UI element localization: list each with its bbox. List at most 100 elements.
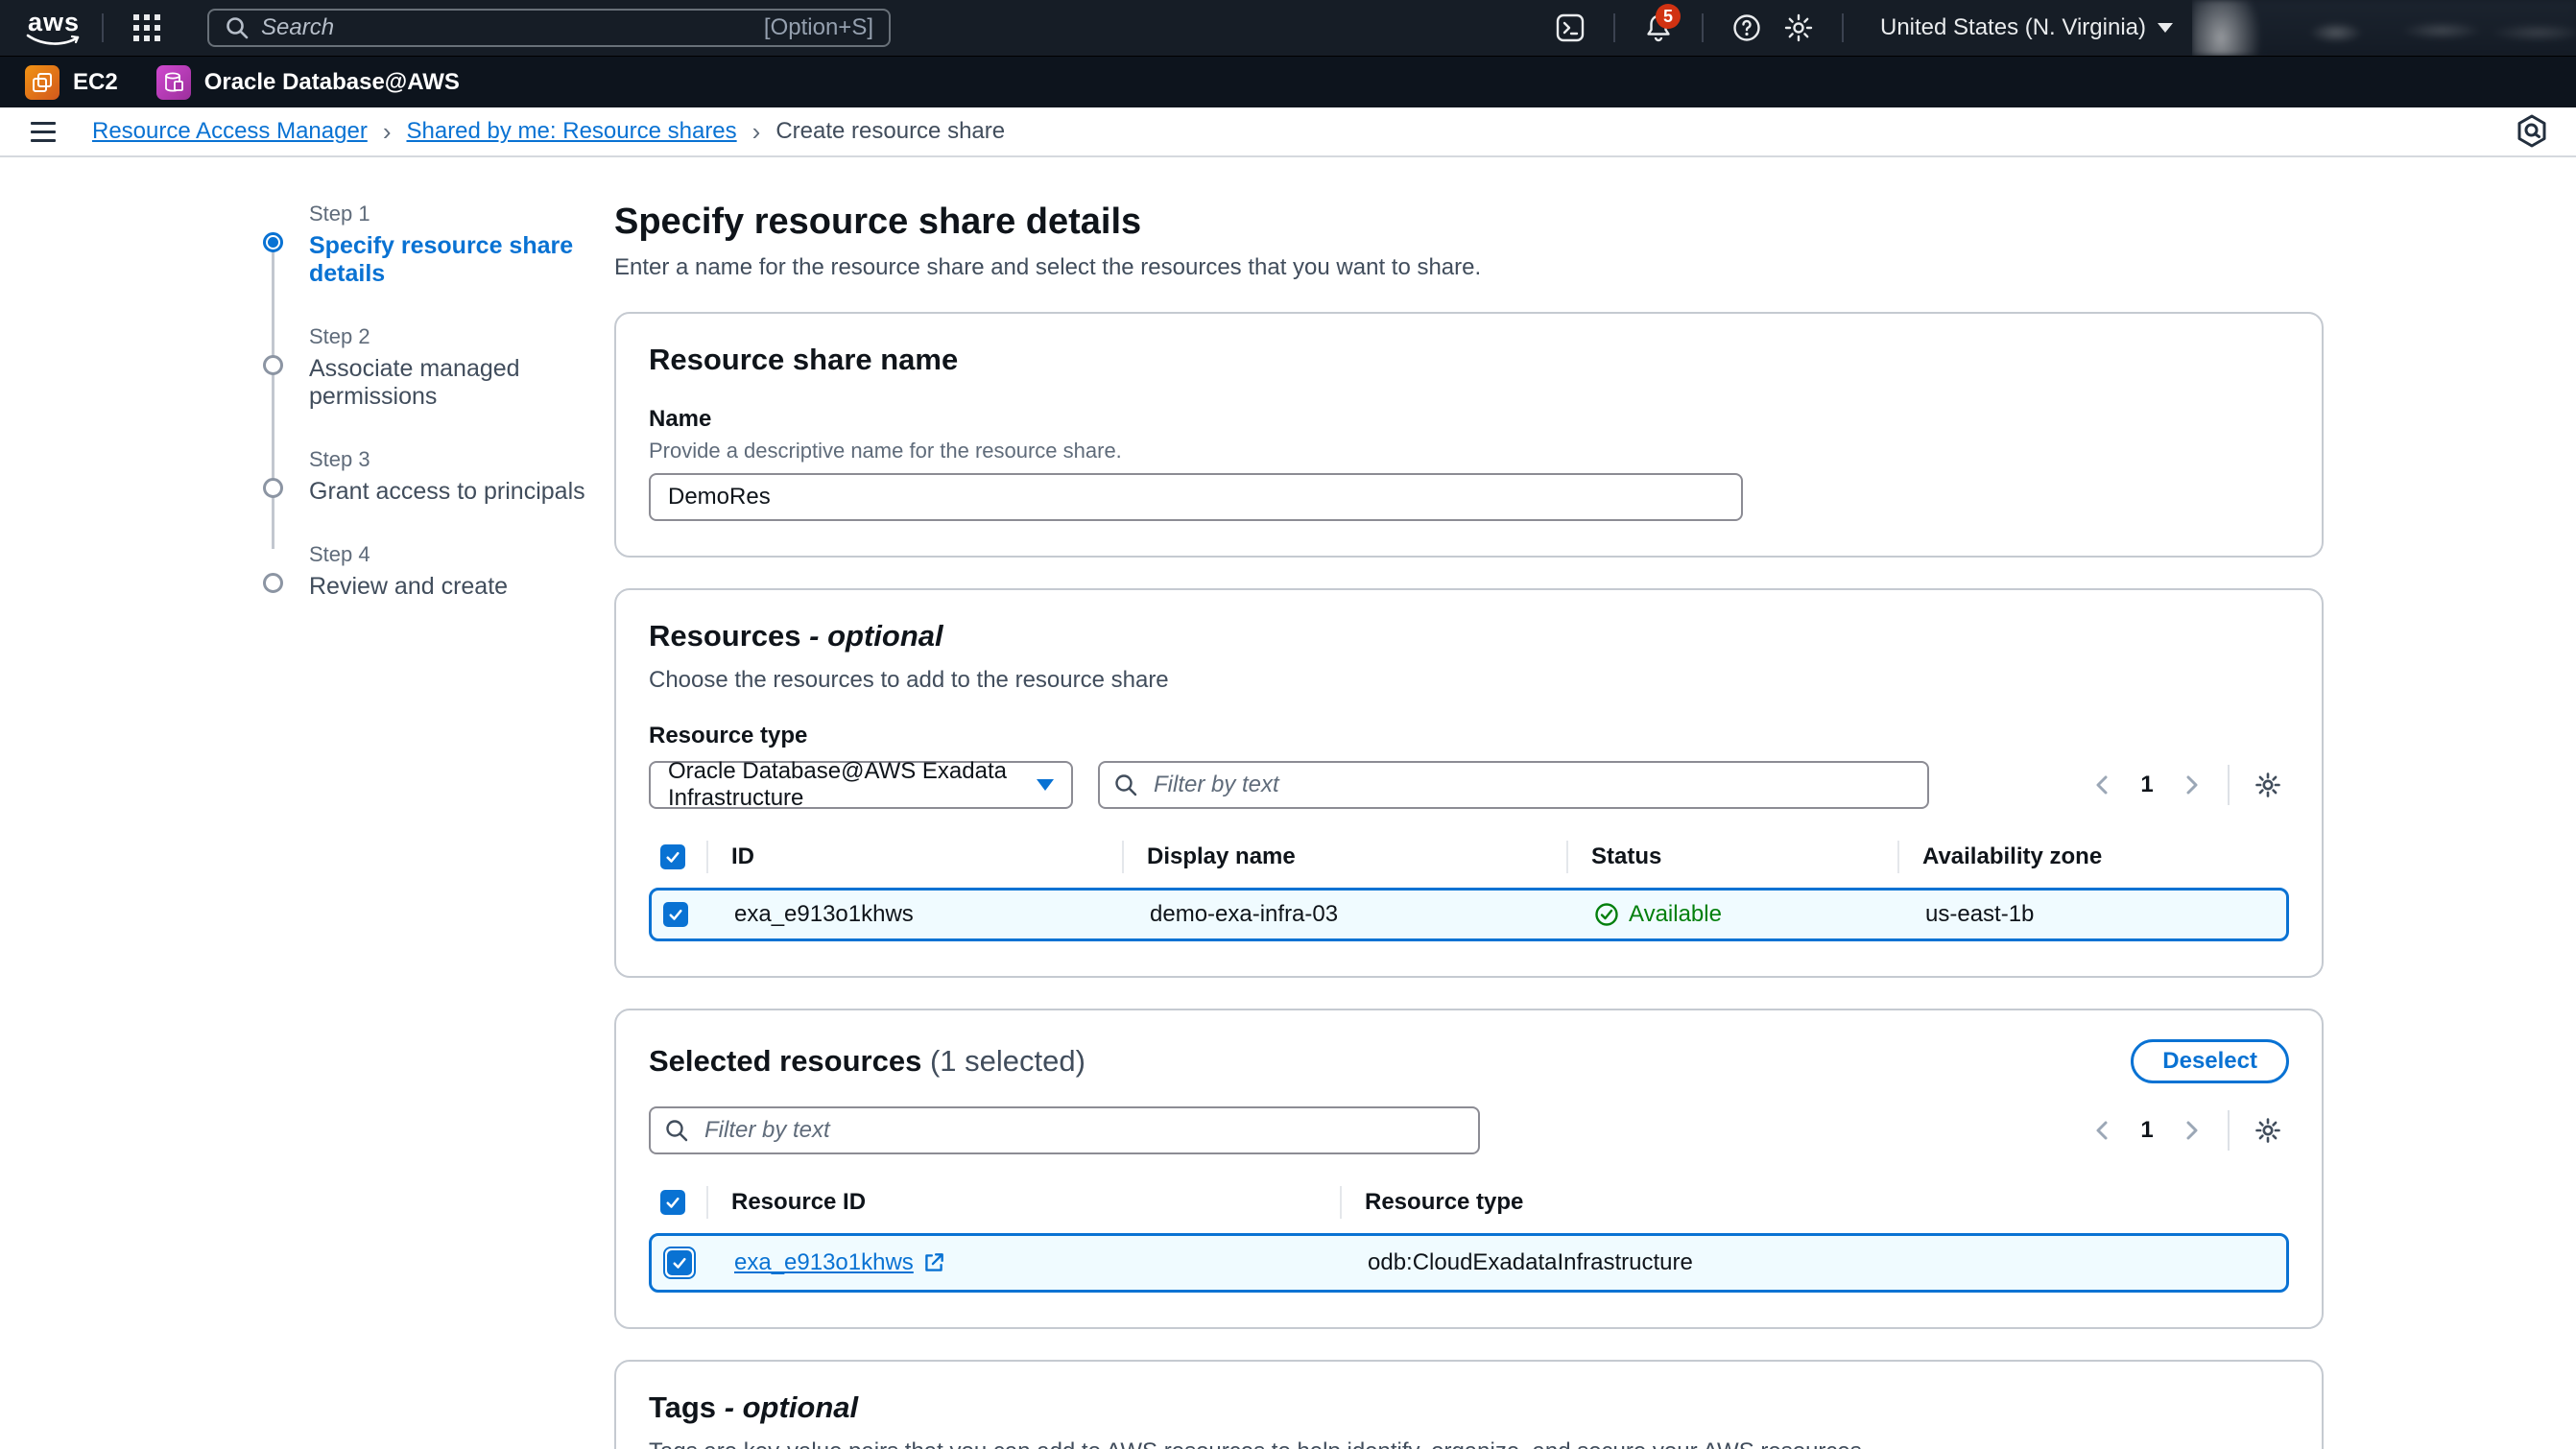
step-radio	[263, 355, 283, 375]
select-all-checkbox[interactable]	[660, 1190, 685, 1215]
region-selector[interactable]: United States (N. Virginia)	[1861, 0, 2192, 56]
selected-table-header: Resource ID Resource type	[649, 1179, 2289, 1225]
search-input[interactable]	[261, 14, 752, 41]
column-header-display-name[interactable]: Display name	[1122, 841, 1566, 873]
page-title: Specify resource share details	[614, 202, 2324, 243]
row-checkbox[interactable]	[663, 902, 688, 927]
next-page-button[interactable]	[2172, 766, 2210, 804]
hamburger-icon	[31, 122, 56, 125]
divider	[1842, 13, 1844, 42]
selected-count: (1 selected)	[930, 1044, 1085, 1078]
aws-smile-arc	[26, 34, 82, 46]
breadcrumb-separator: ›	[383, 117, 392, 147]
status-available-icon	[1594, 902, 1619, 927]
resources-table-row[interactable]: exa_e913o1khws demo-exa-infra-03 Availab…	[649, 888, 2289, 941]
global-search[interactable]: [Option+S]	[207, 9, 891, 47]
redacted-account-area	[2192, 0, 2576, 56]
search-icon	[664, 1118, 689, 1143]
name-hint: Provide a descriptive name for the resou…	[649, 439, 2289, 463]
column-header-status[interactable]: Status	[1566, 841, 1897, 873]
page-subtitle: Enter a name for the resource share and …	[614, 254, 2324, 281]
card-description: Choose the resources to add to the resou…	[649, 667, 2289, 694]
table-preferences-button[interactable]	[2247, 764, 2289, 806]
cloudshell-button[interactable]	[1544, 0, 1596, 56]
table-preferences-button[interactable]	[2247, 1109, 2289, 1152]
caret-down-icon	[1037, 779, 1054, 791]
check-icon	[667, 906, 684, 923]
favorite-label: Oracle Database@AWS	[204, 69, 460, 96]
favorite-ec2[interactable]: EC2	[25, 65, 118, 100]
favorite-oracle-database[interactable]: Oracle Database@AWS	[156, 65, 460, 100]
settings-button[interactable]	[1773, 0, 1825, 56]
resource-type-select[interactable]: Oracle Database@AWS Exadata Infrastructu…	[649, 761, 1073, 809]
card-title: Selected resources (1 selected)	[649, 1044, 1085, 1079]
notifications-button[interactable]: 5	[1633, 0, 1684, 56]
card-resources: Resources - optional Choose the resource…	[614, 588, 2324, 978]
side-menu-button[interactable]	[25, 116, 61, 148]
card-title: Tags - optional	[649, 1390, 2289, 1425]
page-content: Step 1 Specify resource share details St…	[0, 157, 2576, 1449]
breadcrumb-separator: ›	[752, 117, 761, 147]
aws-logo[interactable]: aws	[23, 11, 84, 46]
resources-filter-input[interactable]	[1098, 761, 1929, 809]
breadcrumb-link-ram[interactable]: Resource Access Manager	[92, 118, 368, 145]
selected-filter	[649, 1106, 1480, 1154]
page-number[interactable]: 1	[2130, 1117, 2164, 1144]
divider	[2228, 765, 2230, 805]
step-item-2[interactable]: Step 2 Associate managed permissions	[263, 324, 614, 411]
card-selected-resources: Selected resources (1 selected) Deselect	[614, 1009, 2324, 1329]
resource-id-link[interactable]: exa_e913o1khws	[734, 1249, 946, 1276]
help-button[interactable]	[1721, 0, 1773, 56]
check-icon	[664, 848, 681, 866]
step-radio-active	[263, 232, 283, 252]
column-header-resource-id[interactable]: Resource ID	[706, 1186, 1340, 1219]
next-page-button[interactable]	[2172, 1111, 2210, 1150]
region-label: United States (N. Virginia)	[1880, 14, 2146, 41]
step-item-1[interactable]: Step 1 Specify resource share details	[263, 202, 614, 288]
step-item-4[interactable]: Step 4 Review and create	[263, 542, 614, 601]
cell-id: exa_e913o1khws	[709, 901, 1125, 928]
previous-page-button[interactable]	[2084, 1111, 2122, 1150]
select-all-checkbox[interactable]	[660, 844, 685, 869]
row-checkbox[interactable]	[667, 1250, 692, 1275]
steps-nav: Step 1 Specify resource share details St…	[263, 202, 614, 1449]
checkbox-focus-ring	[663, 1247, 696, 1279]
divider	[2228, 1110, 2230, 1151]
selected-table-row[interactable]: exa_e913o1khws odb:CloudExadataInfrastru…	[649, 1233, 2289, 1293]
check-icon	[664, 1194, 681, 1211]
column-header-resource-type[interactable]: Resource type	[1340, 1186, 2289, 1219]
external-link-icon	[921, 1250, 946, 1275]
notification-badge: 5	[1656, 4, 1681, 29]
breadcrumb: Resource Access Manager › Shared by me: …	[92, 117, 1005, 147]
breadcrumb-link-shared-by-me[interactable]: Shared by me: Resource shares	[406, 118, 736, 145]
cell-status: Available	[1569, 901, 1900, 928]
page-number[interactable]: 1	[2130, 772, 2164, 798]
column-header-availability-zone[interactable]: Availability zone	[1897, 841, 2289, 873]
card-description: Tags are key-value pairs that you can ad…	[649, 1438, 2289, 1449]
chevron-down-icon	[2158, 23, 2173, 33]
favorite-label: EC2	[73, 69, 118, 96]
card-tags: Tags - optional Tags are key-value pairs…	[614, 1360, 2324, 1449]
card-resource-share-name: Resource share name Name Provide a descr…	[614, 312, 2324, 558]
card-title: Resource share name	[649, 343, 2289, 377]
amazon-q-button[interactable]	[2515, 113, 2549, 150]
previous-page-button[interactable]	[2084, 766, 2122, 804]
step-item-3[interactable]: Step 3 Grant access to principals	[263, 447, 614, 506]
search-shortcut: [Option+S]	[764, 14, 873, 41]
deselect-button[interactable]: Deselect	[2131, 1039, 2289, 1083]
divider	[1702, 13, 1704, 42]
gear-icon	[2254, 1116, 2282, 1145]
gear-icon	[2254, 771, 2282, 799]
apps-grid-button[interactable]	[121, 0, 173, 56]
column-header-id[interactable]: ID	[706, 841, 1122, 873]
search-icon	[225, 15, 250, 40]
gear-icon	[1784, 13, 1813, 42]
name-input[interactable]	[649, 473, 1743, 521]
step-radio	[263, 478, 283, 498]
cell-display-name: demo-exa-infra-03	[1125, 901, 1569, 928]
selected-filter-input[interactable]	[649, 1106, 1480, 1154]
resource-type-label: Resource type	[649, 723, 2289, 749]
divider	[102, 13, 104, 42]
amazon-q-icon	[2515, 113, 2549, 150]
name-label: Name	[649, 406, 2289, 433]
